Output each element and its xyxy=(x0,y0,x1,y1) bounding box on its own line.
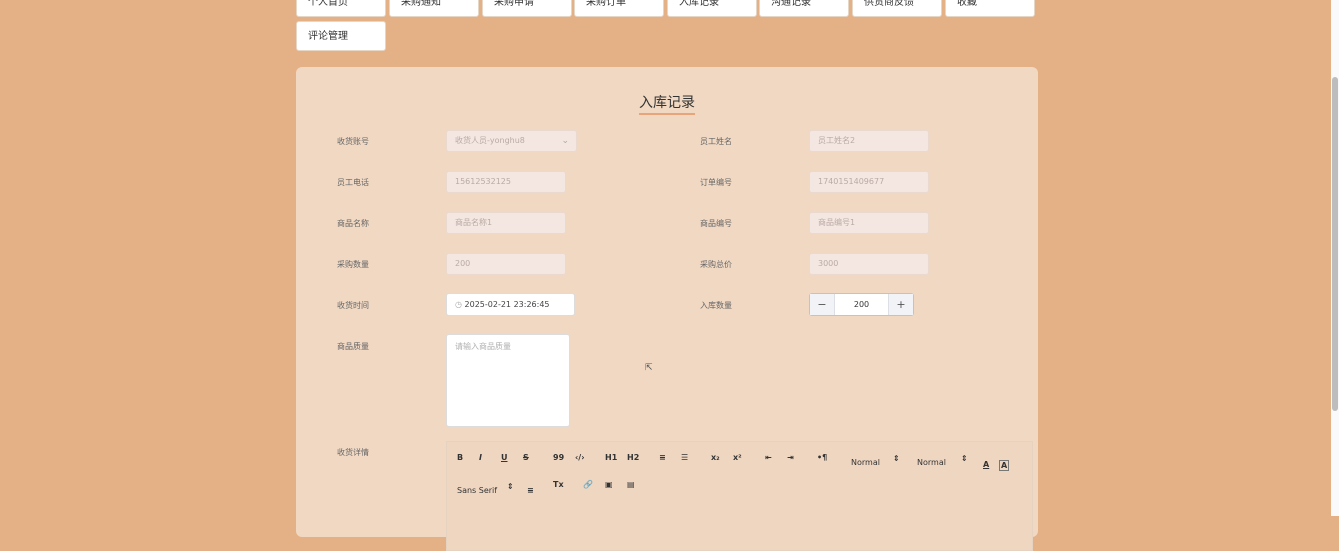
bold-button[interactable]: B xyxy=(457,453,463,462)
increment-button[interactable]: + xyxy=(888,294,913,315)
product-name-field[interactable]: 商品名称1 xyxy=(446,212,566,234)
size-select[interactable]: Normal xyxy=(851,458,880,467)
rich-text-editor[interactable]: B I U S 99 ‹/› H1 H2 ≡ ☰ x₂ x² ⇤ ⇥ •¶ No… xyxy=(446,441,1033,551)
clean-button[interactable]: Tx xyxy=(553,480,564,489)
label-receiver-account: 收货账号 xyxy=(337,137,369,146)
tab-comment-manage[interactable]: 评论管理 xyxy=(296,21,386,51)
indent-button[interactable]: ⇥ xyxy=(787,453,794,462)
receive-time-picker[interactable]: ◷ 2025-02-21 23:26:45 xyxy=(446,293,575,316)
subscript-button[interactable]: x₂ xyxy=(711,453,720,462)
background-color-button[interactable]: A xyxy=(999,460,1010,471)
font-select[interactable]: Sans Serif xyxy=(457,486,497,495)
size-select-arrow[interactable]: ⇕ xyxy=(893,454,900,463)
purchase-qty-field[interactable]: 200 xyxy=(446,253,566,275)
tab-stock-record[interactable]: 入库记录 xyxy=(667,0,757,17)
tab-supplier-feedback[interactable]: 供货商反馈 xyxy=(852,0,942,17)
stock-qty-stepper[interactable]: − 200 + xyxy=(809,293,914,316)
italic-button[interactable]: I xyxy=(479,453,482,462)
employee-phone-field[interactable]: 15612532125 xyxy=(446,171,566,193)
label-details: 收货详情 xyxy=(337,448,369,457)
form-panel: 入库记录 收货账号 收货人员-yonghu8 ⌄ 员工姓名 员工姓名2 员工电话… xyxy=(296,67,1038,551)
label-order-no: 订单编号 xyxy=(700,178,732,187)
code-button[interactable]: ‹/› xyxy=(575,453,585,462)
direction-button[interactable]: •¶ xyxy=(817,453,827,462)
label-product-name: 商品名称 xyxy=(337,219,369,228)
decrement-button[interactable]: − xyxy=(810,294,835,315)
stock-qty-value[interactable]: 200 xyxy=(834,294,889,315)
header-select-arrow[interactable]: ⇕ xyxy=(961,454,968,463)
chevron-down-icon: ⌄ xyxy=(561,136,569,146)
tab-purchase-request[interactable]: 采购申请 xyxy=(482,0,572,17)
h2-button[interactable]: H2 xyxy=(627,453,639,462)
label-quality: 商品质量 xyxy=(337,342,369,351)
video-button[interactable]: ▤ xyxy=(627,480,635,489)
image-button[interactable]: ▣ xyxy=(605,480,613,489)
ordered-list-button[interactable]: ≡ xyxy=(659,453,666,462)
font-select-arrow[interactable]: ⇕ xyxy=(507,482,514,491)
tab-purchase-notice[interactable]: 采购通知 xyxy=(389,0,479,17)
clock-icon: ◷ xyxy=(455,300,462,309)
h1-button[interactable]: H1 xyxy=(605,453,617,462)
page-title: 入库记录 xyxy=(296,92,1038,115)
align-button[interactable]: ≡ xyxy=(527,486,534,495)
employee-name-field[interactable]: 员工姓名2 xyxy=(809,130,929,152)
tab-communication[interactable]: 沟通记录 xyxy=(759,0,849,17)
scrollbar[interactable] xyxy=(1331,0,1339,516)
blockquote-button[interactable]: 99 xyxy=(553,453,564,462)
quality-textarea[interactable]: 请输入商品质量 xyxy=(446,334,570,427)
order-no-field[interactable]: 1740151409677 xyxy=(809,171,929,193)
header-select[interactable]: Normal xyxy=(917,458,946,467)
purchase-total-field[interactable]: 3000 xyxy=(809,253,929,275)
tab-home[interactable]: 个人首页 xyxy=(296,0,386,17)
label-purchase-total: 采购总价 xyxy=(700,260,732,269)
receiver-account-select[interactable]: 收货人员-yonghu8 ⌄ xyxy=(446,130,577,152)
label-employee-name: 员工姓名 xyxy=(700,137,732,146)
label-stock-qty: 入库数量 xyxy=(700,301,732,310)
tab-purchase-order[interactable]: 采购订单 xyxy=(574,0,664,17)
label-receive-time: 收货时间 xyxy=(337,301,369,310)
superscript-button[interactable]: x² xyxy=(733,453,742,462)
mouse-cursor-icon: ⇱ xyxy=(645,363,653,373)
underline-button[interactable]: U xyxy=(501,453,508,462)
label-purchase-qty: 采购数量 xyxy=(337,260,369,269)
label-product-no: 商品编号 xyxy=(700,219,732,228)
label-employee-phone: 员工电话 xyxy=(337,178,369,187)
bullet-list-button[interactable]: ☰ xyxy=(681,453,688,462)
strike-button[interactable]: S xyxy=(523,453,529,462)
text-color-button[interactable]: A xyxy=(983,460,989,469)
scrollbar-thumb[interactable] xyxy=(1332,77,1338,411)
tab-favorites[interactable]: 收藏 xyxy=(945,0,1035,17)
link-button[interactable]: 🔗 xyxy=(583,480,593,489)
outdent-button[interactable]: ⇤ xyxy=(765,453,772,462)
product-no-field[interactable]: 商品编号1 xyxy=(809,212,929,234)
